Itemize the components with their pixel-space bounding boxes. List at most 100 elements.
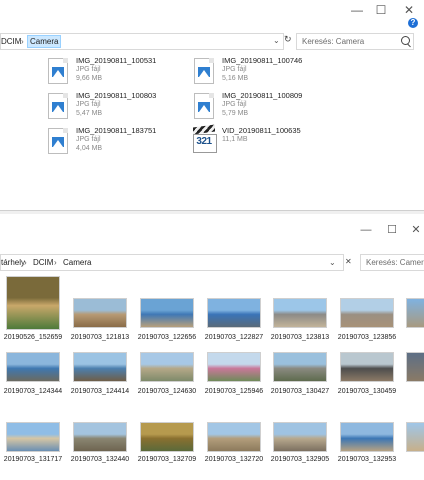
thumbnail-image	[140, 422, 194, 452]
jpg-file-icon	[194, 58, 214, 84]
thumbnail-image-partial[interactable]	[406, 298, 424, 328]
thumbnail-label: 20190526_152659	[3, 334, 63, 341]
refresh-icon[interactable]: ↻	[284, 34, 292, 45]
address-bar[interactable]: DCIM › Camera ⌄	[0, 33, 284, 50]
thumbnail-item[interactable]: 20190703_132709	[138, 422, 202, 463]
file-item[interactable]: IMG_20190811_100809 JPG fájl 5,79 MB	[194, 91, 344, 131]
file-item[interactable]: IMG_20190811_100746 JPG fájl 5,16 MB	[194, 56, 344, 96]
breadcrumb-dcim[interactable]: DCIM	[1, 37, 21, 46]
file-name: VID_20190811_100635	[222, 126, 301, 135]
jpg-file-icon	[48, 93, 68, 119]
file-item[interactable]: 321 VID_20190811_100635 11,1 MB	[193, 124, 344, 166]
thumbnail-image	[207, 298, 261, 328]
thumbnail-label: 20190703_132905	[270, 456, 330, 463]
thumbnail-image	[273, 352, 327, 382]
thumbnail-item[interactable]: 20190703_122656	[138, 298, 202, 341]
breadcrumb-storage[interactable]: tárhely	[1, 258, 25, 267]
search-placeholder: Keresés: Camera	[302, 37, 365, 46]
thumbnail-label: 20190703_130459	[337, 388, 397, 395]
file-type: JPG fájl	[222, 66, 247, 73]
thumbnail-image	[140, 298, 194, 328]
thumbnail-item[interactable]: 20190703_124414	[71, 352, 135, 395]
file-size: 4,04 MB	[76, 145, 103, 152]
file-name: IMG_20190811_100803	[76, 91, 157, 100]
thumbnail-label: 20190703_121813	[70, 334, 130, 341]
thumbnail-item[interactable]: 20190703_125946	[205, 352, 269, 395]
breadcrumb-camera[interactable]: Camera	[63, 258, 91, 267]
thumbnail-label: 20190703_124630	[137, 388, 197, 395]
thumbnail-item[interactable]: 20190703_131717	[4, 422, 68, 463]
thumbnail-label: 20190703_125946	[204, 388, 264, 395]
file-size: 5,16 MB	[222, 75, 249, 82]
jpg-file-icon	[48, 128, 68, 154]
help-icon[interactable]: ?	[408, 18, 418, 28]
thumbnail-image-partial[interactable]	[406, 352, 424, 382]
thumbnail-image	[6, 352, 60, 382]
thumbnail-label: 20190703_122656	[137, 334, 197, 341]
thumbnail-image	[6, 422, 60, 452]
thumbnail-item[interactable]: 20190703_132720	[205, 422, 269, 463]
maximize-button[interactable]: ☐	[368, 2, 394, 18]
search-icon[interactable]	[401, 36, 410, 45]
minimize-button[interactable]: —	[344, 2, 370, 18]
close-button[interactable]: ✕	[396, 2, 422, 18]
file-item[interactable]: IMG_20190811_100803 JPG fájl 5,47 MB	[48, 91, 198, 131]
thumbnail-image	[340, 298, 394, 328]
thumbnail-image	[273, 422, 327, 452]
file-item[interactable]: IMG_20190811_100531 JPG fájl 9,66 MB	[48, 56, 198, 96]
maximize-button[interactable]: ☐	[382, 222, 402, 238]
file-type: JPG fájl	[76, 136, 101, 143]
thumbnail-image	[207, 422, 261, 452]
search-field[interactable]: Keresés: Camera	[296, 33, 414, 50]
thumbnail-label: 20190703_132953	[337, 456, 397, 463]
chevron-right-icon[interactable]: ›	[24, 258, 27, 267]
minimize-button[interactable]: —	[356, 222, 376, 238]
chevron-right-icon[interactable]: ›	[21, 37, 24, 46]
file-name: IMG_20190811_100746	[222, 56, 303, 65]
file-type: JPG fájl	[76, 66, 101, 73]
thumbnail-item[interactable]: 20190703_130459	[338, 352, 402, 395]
thumbnail-label: 20190703_123813	[270, 334, 330, 341]
breadcrumb-dcim[interactable]: DCIM	[33, 258, 53, 267]
address-dropdown-icon[interactable]: ⌄	[273, 36, 280, 45]
thumbnail-image	[6, 276, 60, 330]
search-field[interactable]: Keresés: Camera	[360, 254, 424, 271]
thumbnail-image-partial[interactable]	[406, 422, 424, 452]
thumbnail-label: 20190703_130427	[270, 388, 330, 395]
thumbnail-image	[340, 422, 394, 452]
file-size: 9,66 MB	[76, 75, 103, 82]
thumbnail-image	[73, 298, 127, 328]
thumbnail-image	[273, 298, 327, 328]
file-type: JPG fájl	[76, 101, 101, 108]
thumbnail-item[interactable]: 20190703_132905	[271, 422, 335, 463]
thumbnail-item[interactable]: 20190703_132953	[338, 422, 402, 463]
thumbnail-item[interactable]: 20190526_152659	[4, 276, 68, 341]
address-dropdown-icon[interactable]: ⌄	[329, 258, 336, 267]
file-name: IMG_20190811_100531	[76, 56, 157, 65]
thumbnail-item[interactable]: 20190703_123813	[271, 298, 335, 341]
thumbnail-item[interactable]: 20190703_123856	[338, 298, 402, 341]
address-bar-row: DCIM › Camera ⌄ ↻ Keresés: Camera	[0, 33, 424, 50]
file-item[interactable]: IMG_20190811_183751 JPG fájl 4,04 MB	[48, 126, 198, 166]
thumbnail-item[interactable]: 20190703_122827	[205, 298, 269, 341]
address-bar[interactable]: tárhely › DCIM › Camera ⌄	[0, 254, 344, 271]
thumbnail-label: 20190703_122827	[204, 334, 264, 341]
chevron-right-icon[interactable]: ›	[54, 258, 57, 267]
thumbnail-label: 20190703_131717	[3, 456, 63, 463]
thumbnail-item[interactable]: 20190703_121813	[71, 298, 135, 341]
thumbnail-item[interactable]: 20190703_130427	[271, 352, 335, 395]
file-size: 11,1 MB	[222, 136, 248, 143]
thumbnail-label: 20190703_132709	[137, 456, 197, 463]
thumbnail-label: 20190703_123856	[337, 334, 397, 341]
thumbnail-item[interactable]: 20190703_132440	[71, 422, 135, 463]
thumbnail-item[interactable]: 20190703_124630	[138, 352, 202, 395]
jpg-file-icon	[194, 93, 214, 119]
clear-path-icon[interactable]: ✕	[345, 257, 352, 266]
close-button[interactable]: ✕	[408, 222, 424, 238]
file-size: 5,79 MB	[222, 110, 249, 117]
file-type: JPG fájl	[222, 101, 247, 108]
jpg-file-icon	[48, 58, 68, 84]
thumbnail-item[interactable]: 20190703_124344	[4, 352, 68, 395]
thumbnail-label: 20190703_124414	[70, 388, 130, 395]
breadcrumb-camera[interactable]: Camera	[27, 35, 62, 48]
